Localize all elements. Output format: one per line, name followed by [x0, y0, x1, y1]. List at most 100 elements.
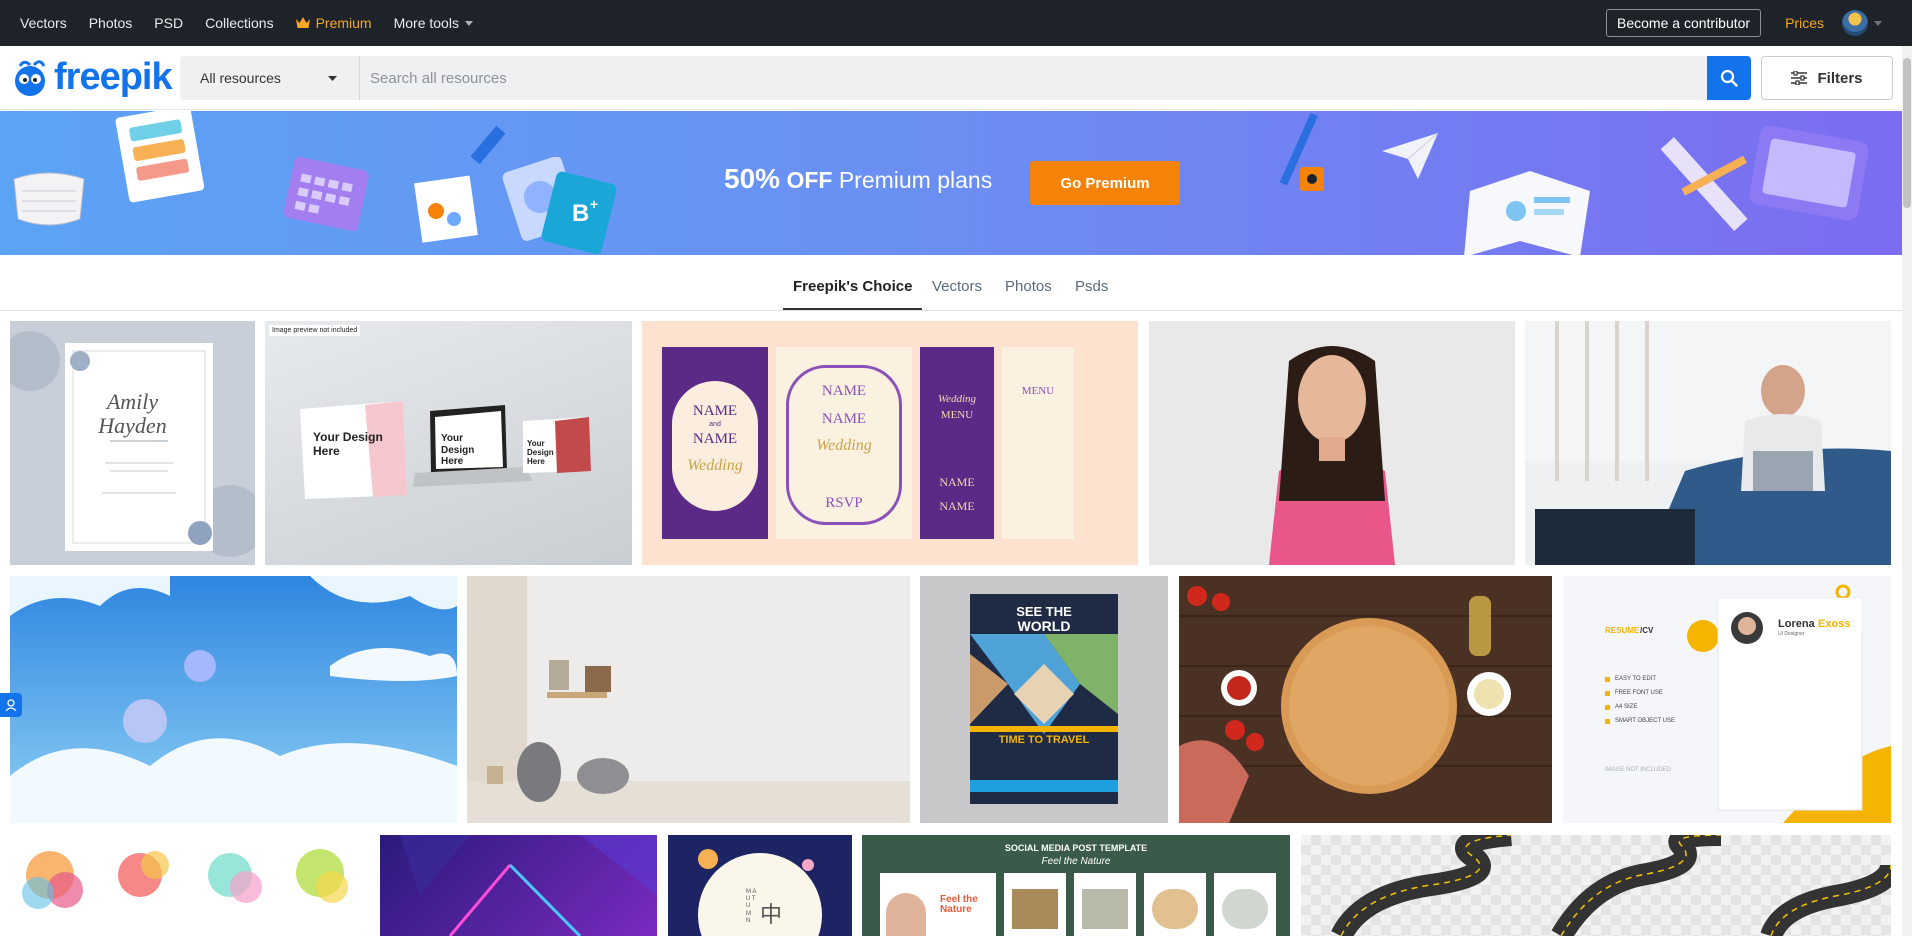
travel-flyer: SEE THE WORLD TIME TO TRAVEL: [970, 594, 1118, 804]
become-contributor-button[interactable]: Become a contributor: [1606, 9, 1762, 37]
search-box: All resources: [180, 56, 1708, 100]
image-tile-kids-room[interactable]: [467, 576, 910, 823]
invitation-line1: Amily: [106, 389, 159, 414]
search-input[interactable]: [360, 56, 1708, 100]
kids-room-graphic: [467, 576, 910, 823]
wedding-menu-label: MENU: [940, 409, 974, 421]
feedback-tab[interactable]: [0, 693, 22, 717]
go-premium-button[interactable]: Go Premium: [1030, 161, 1180, 205]
man-laptop-graphic: [1525, 321, 1891, 565]
image-tile-travel-flyer[interactable]: SEE THE WORLD TIME TO TRAVEL: [920, 576, 1168, 823]
wedding-card-name1: NAME: [692, 403, 738, 419]
notes-illustration: [115, 111, 205, 203]
nav-more-tools[interactable]: More tools: [394, 15, 473, 31]
filters-label: Filters: [1817, 69, 1863, 87]
nav-premium-label: Premium: [315, 15, 372, 31]
image-tile-neon-triangle[interactable]: [380, 835, 657, 936]
resume-title-a: RESUME: [1605, 626, 1640, 635]
wedding-menu-purple: Wedding MENU NAME NAME: [920, 347, 994, 539]
banner-plans: Premium plans: [838, 167, 993, 193]
wedding-menu-title: Wedding: [937, 393, 977, 405]
wedding-card-purple: NAME and NAME Wedding: [662, 347, 768, 539]
logo-text: freepik: [54, 56, 173, 98]
neon-triangle-graphic: [400, 835, 657, 936]
top-nav: Vectors Photos PSD Collections Premium M…: [0, 0, 1912, 46]
resume-bullet-2: FREE FONT USE: [1615, 690, 1663, 696]
mockup-text-3: Your Design Here: [527, 439, 554, 467]
resume-graphic: [1605, 584, 1891, 823]
resume-bullet-1: EASY TO EDIT: [1615, 676, 1657, 682]
search-button[interactable]: [1707, 56, 1751, 100]
banner-percent: 50%: [724, 163, 781, 194]
image-tile-resume[interactable]: RESUME /CV Lorena Exoss UI Designer EASY…: [1563, 576, 1891, 823]
wedding-card-rsvp: RSVP: [825, 495, 863, 511]
resume-name-b: Exoss: [1818, 618, 1851, 630]
image-tile-man-laptop[interactable]: [1525, 321, 1891, 565]
freepik-logo[interactable]: freepik: [10, 56, 173, 98]
paper-plane-illustration: [1382, 132, 1439, 179]
sliders-icon: [1791, 71, 1808, 85]
wedding-menu-cream: MENU: [1002, 347, 1074, 539]
svg-text:+: +: [590, 196, 598, 212]
filters-button[interactable]: Filters: [1761, 56, 1893, 100]
social-post-large: Feel the Nature: [880, 873, 996, 936]
chevron-down-icon: [328, 76, 337, 81]
feedback-icon: [5, 699, 17, 711]
freepik-logo-icon: [15, 60, 46, 96]
image-tile-watercolor-splashes[interactable]: [10, 835, 369, 936]
sky-clouds-graphic: [10, 576, 457, 823]
resume-bullet-4: SMART OBJECT USE: [1615, 718, 1676, 724]
tab-psds[interactable]: Psds: [1075, 278, 1108, 295]
tab-photos[interactable]: Photos: [1005, 278, 1052, 295]
winding-roads-graphic: [1331, 835, 1891, 936]
image-tile-winding-roads[interactable]: [1301, 835, 1891, 936]
mockup-text-2: Your Design Here: [441, 433, 475, 467]
avatar[interactable]: [1842, 10, 1868, 36]
image-tile-wedding-invitation[interactable]: Amily Hayden: [10, 321, 255, 565]
nav-premium[interactable]: Premium: [295, 15, 372, 31]
wedding-card-cream-name1: NAME: [821, 383, 867, 399]
nav-photos[interactable]: Photos: [89, 15, 133, 31]
chevron-down-icon: [464, 20, 473, 26]
banner-off: OFF: [786, 167, 833, 193]
ruler-illustration: [1660, 137, 1748, 231]
paper-illustration: [414, 175, 478, 243]
wedding-card-cream-title: Wedding: [816, 437, 872, 454]
social-post-4: [1144, 873, 1206, 936]
svg-text:B: B: [572, 200, 589, 227]
cutting-board-graphic: [1179, 586, 1552, 823]
scrollbar-thumb[interactable]: [1903, 58, 1911, 208]
resume-bullet-3: A4 SIZE: [1615, 704, 1638, 710]
image-tile-wedding-set[interactable]: NAME and NAME Wedding NAME NAME Wedding …: [642, 321, 1138, 565]
category-select[interactable]: All resources: [180, 56, 360, 100]
image-tile-device-mockup[interactable]: Image preview not included Your Design H…: [265, 321, 632, 565]
nav-psd[interactable]: PSD: [154, 15, 183, 31]
resume-title-b: /CV: [1640, 626, 1654, 635]
crown-icon: [295, 17, 310, 28]
wedding-menu-name1: NAME: [939, 475, 975, 489]
image-tile-sky-clouds[interactable]: [10, 576, 457, 823]
travel-cta: TIME TO TRAVEL: [998, 734, 1090, 746]
social-post-2: [1004, 873, 1066, 936]
image-tile-woman-portrait[interactable]: [1149, 321, 1515, 565]
social-title: SOCIAL MEDIA POST TEMPLATE: [1004, 843, 1148, 853]
nav-more-tools-label: More tools: [393, 15, 459, 31]
image-tile-mid-autumn[interactable]: 中 M A U T U M N: [668, 835, 852, 936]
image-tile-cutting-board[interactable]: [1179, 576, 1552, 823]
mockup-text-1: Your Design Here: [313, 430, 383, 458]
nav-collections[interactable]: Collections: [205, 15, 273, 31]
social-post-3: [1074, 873, 1136, 936]
chevron-down-icon[interactable]: [1874, 20, 1882, 26]
tablet-illustration: [1749, 125, 1869, 221]
nav-vectors[interactable]: Vectors: [20, 15, 67, 31]
mid-autumn-side-text: M A U T U M N: [746, 889, 757, 924]
tab-freepiks-choice[interactable]: Freepik's Choice: [793, 278, 912, 295]
prices-link[interactable]: Prices: [1785, 15, 1824, 31]
wedding-menu-cream-label: MENU: [1021, 385, 1055, 397]
wedding-card-cream: NAME NAME Wedding RSVP: [776, 347, 912, 539]
image-tile-social-media-template[interactable]: SOCIAL MEDIA POST TEMPLATE Feel the Natu…: [862, 835, 1290, 936]
wedding-card-cream-name2: NAME: [821, 411, 867, 427]
tab-vectors[interactable]: Vectors: [932, 278, 982, 295]
premium-banner[interactable]: B + 50% OFF Premium plans Go Premium: [0, 111, 1902, 255]
category-tabs: Freepik's Choice Vectors Photos Psds: [0, 255, 1902, 311]
